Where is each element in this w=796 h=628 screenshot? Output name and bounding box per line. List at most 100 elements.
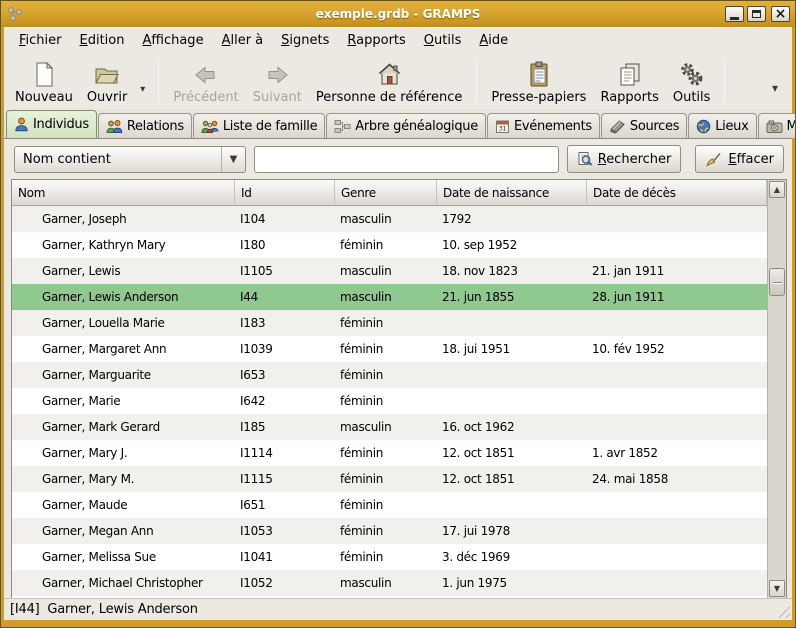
scroll-up-button[interactable]: ▲ xyxy=(769,181,785,198)
toolbar-separator xyxy=(158,59,159,103)
toolbar-button-label: Ouvrir xyxy=(87,90,127,105)
scrollbar-thumb[interactable] xyxy=(769,268,785,296)
toolbar-presse-papiers-button[interactable]: Presse-papiers xyxy=(484,55,593,107)
tab-arbre-genealogique[interactable]: Arbre généalogique xyxy=(326,113,486,138)
table-row[interactable]: Garner, Margaret AnnI1039féminin18. jui … xyxy=(12,336,767,362)
cell-id: I44 xyxy=(235,290,335,304)
close-button[interactable]: × xyxy=(771,6,790,22)
cell-id: I183 xyxy=(235,316,335,330)
cell-id: I1052 xyxy=(235,576,335,590)
toolbar-outils-button[interactable]: Outils xyxy=(666,55,718,107)
clipboard-icon xyxy=(526,60,552,88)
cell-date-de-naissance: 10. sep 1952 xyxy=(437,238,587,252)
tab-media[interactable]: Média xyxy=(758,113,796,138)
table-row[interactable]: Garner, Lewis AndersonI44masculin21. jun… xyxy=(12,284,767,310)
view-tabs: Individus Relations Liste de familleArbre … xyxy=(4,109,792,139)
table-row[interactable]: Garner, MarguariteI653féminin xyxy=(12,362,767,388)
table-row[interactable]: Garner, Louella MarieI183féminin xyxy=(12,310,767,336)
open-dropdown-arrow-icon[interactable]: ▾ xyxy=(134,84,151,95)
menu-rapports[interactable]: Rapports xyxy=(338,30,414,51)
back-arrow-icon xyxy=(193,60,219,88)
cell-nom: Garner, Lewis Anderson xyxy=(12,290,235,304)
toolbar-overflow-chevron-icon[interactable]: ▾ xyxy=(762,81,788,95)
table-row[interactable]: Garner, Kathryn MaryI180féminin10. sep 1… xyxy=(12,232,767,258)
column-header-id[interactable]: Id xyxy=(235,180,335,206)
table-row[interactable]: Garner, Mary M.I1115féminin12. oct 18512… xyxy=(12,466,767,492)
vertical-scrollbar[interactable]: ▲ ▼ xyxy=(767,180,786,598)
toolbar-ouvrir-button[interactable]: Ouvrir xyxy=(80,55,134,107)
menu-outils[interactable]: Outils xyxy=(415,30,471,51)
toolbar-precedent-button: Précédent xyxy=(166,55,245,107)
tab-relations[interactable]: Relations xyxy=(98,113,192,138)
cell-nom: Garner, Mark Gerard xyxy=(12,420,235,434)
search-button[interactable]: Rechercher xyxy=(567,145,682,173)
cell-date-de-deces: 28. jun 1911 xyxy=(587,290,767,304)
table-row[interactable]: Garner, JosephI104masculin1792 xyxy=(12,206,767,232)
column-header-nom[interactable]: Nom xyxy=(12,180,235,206)
table-row[interactable]: Garner, Melissa SueI1041féminin3. déc 19… xyxy=(12,544,767,570)
column-header-date-de-naissance[interactable]: Date de naissance xyxy=(437,180,587,206)
toolbar-button-label: Outils xyxy=(673,90,711,105)
filter-field-value: Nom contient xyxy=(15,152,221,167)
maximize-button[interactable] xyxy=(747,6,766,22)
gears-icon xyxy=(678,60,705,88)
cell-genre: masculin xyxy=(335,420,437,434)
tab-liste-de-famille[interactable]: Liste de famille xyxy=(193,113,325,138)
resize-grip[interactable] xyxy=(775,603,790,618)
table-row[interactable]: Garner, MaudeI651féminin xyxy=(12,492,767,518)
column-header-date-de-deces[interactable]: Date de décès xyxy=(587,180,767,206)
table-row[interactable]: Garner, LewisI1105masculin18. nov 182321… xyxy=(12,258,767,284)
toolbar-suivant-button: Suivant xyxy=(246,55,309,107)
cell-id: I1039 xyxy=(235,342,335,356)
menu-edition[interactable]: Edition xyxy=(71,30,134,51)
close-icon: × xyxy=(775,7,787,21)
tab-individus[interactable]: Individus xyxy=(6,110,97,138)
table-row[interactable]: Garner, Mary J.I1114féminin12. oct 18511… xyxy=(12,440,767,466)
menu-affichage[interactable]: Affichage xyxy=(133,30,212,51)
svg-text:31: 31 xyxy=(499,124,507,132)
search-icon xyxy=(577,151,593,167)
toolbar-personne-de-reference-button[interactable]: Personne de référence xyxy=(309,55,470,107)
new-document-icon xyxy=(31,60,57,88)
tab-label: Sources xyxy=(630,119,679,134)
column-header-genre[interactable]: Genre xyxy=(335,180,437,206)
cell-genre: féminin xyxy=(335,342,437,356)
cell-date-de-naissance: 21. jun 1855 xyxy=(437,290,587,304)
filter-field-select[interactable]: Nom contient ▼ xyxy=(14,146,246,173)
tab-evenements[interactable]: 31 Evénements xyxy=(487,113,600,138)
cell-date-de-deces: 1. avr 1852 xyxy=(587,446,767,460)
toolbar-separator xyxy=(476,59,477,103)
table-row[interactable]: Garner, MarieI642féminin xyxy=(12,388,767,414)
search-button-label: Rechercher xyxy=(598,152,672,167)
scroll-down-button[interactable]: ▼ xyxy=(769,580,785,597)
menu-signets[interactable]: Signets xyxy=(272,30,338,51)
minimize-button[interactable] xyxy=(725,6,744,22)
cell-id: I104 xyxy=(235,212,335,226)
status-bar: [I44] Garner, Lewis Anderson xyxy=(4,598,792,620)
arrow-down-icon: ▼ xyxy=(774,584,780,593)
table-row[interactable]: Garner, Mark GerardI185masculin16. oct 1… xyxy=(12,414,767,440)
menu-fichier[interactable]: Fichier xyxy=(10,30,71,51)
table-row[interactable]: Garner, Michael ChristopherI1052masculin… xyxy=(12,570,767,596)
cell-date-de-deces: 10. fév 1952 xyxy=(587,342,767,356)
search-input[interactable] xyxy=(254,146,559,173)
cell-genre: féminin xyxy=(335,238,437,252)
cell-genre: masculin xyxy=(335,212,437,226)
toolbar-rapports-button[interactable]: Rapports xyxy=(593,55,665,107)
tab-label: Relations xyxy=(127,119,184,134)
tab-sources[interactable]: Sources xyxy=(601,113,687,138)
cell-genre: féminin xyxy=(335,316,437,330)
menu-aller-a[interactable]: Aller à xyxy=(213,30,273,51)
tab-lieux[interactable]: Lieux xyxy=(688,113,756,138)
tab-label: Evénements xyxy=(514,119,592,134)
cell-date-de-naissance: 18. nov 1823 xyxy=(437,264,587,278)
status-text: [I44] Garner, Lewis Anderson xyxy=(10,602,198,617)
title-bar[interactable]: exemple.grdb - GRAMPS × xyxy=(1,1,795,27)
table-row[interactable]: Garner, Megan AnnI1053féminin17. jui 197… xyxy=(12,518,767,544)
globe-icon xyxy=(696,119,711,134)
menu-aide[interactable]: Aide xyxy=(470,30,517,51)
cell-nom: Garner, Margaret Ann xyxy=(12,342,235,356)
toolbar-nouveau-button[interactable]: Nouveau xyxy=(8,55,80,107)
arrow-up-icon: ▲ xyxy=(774,185,780,194)
clear-button[interactable]: Effacer xyxy=(695,145,784,173)
